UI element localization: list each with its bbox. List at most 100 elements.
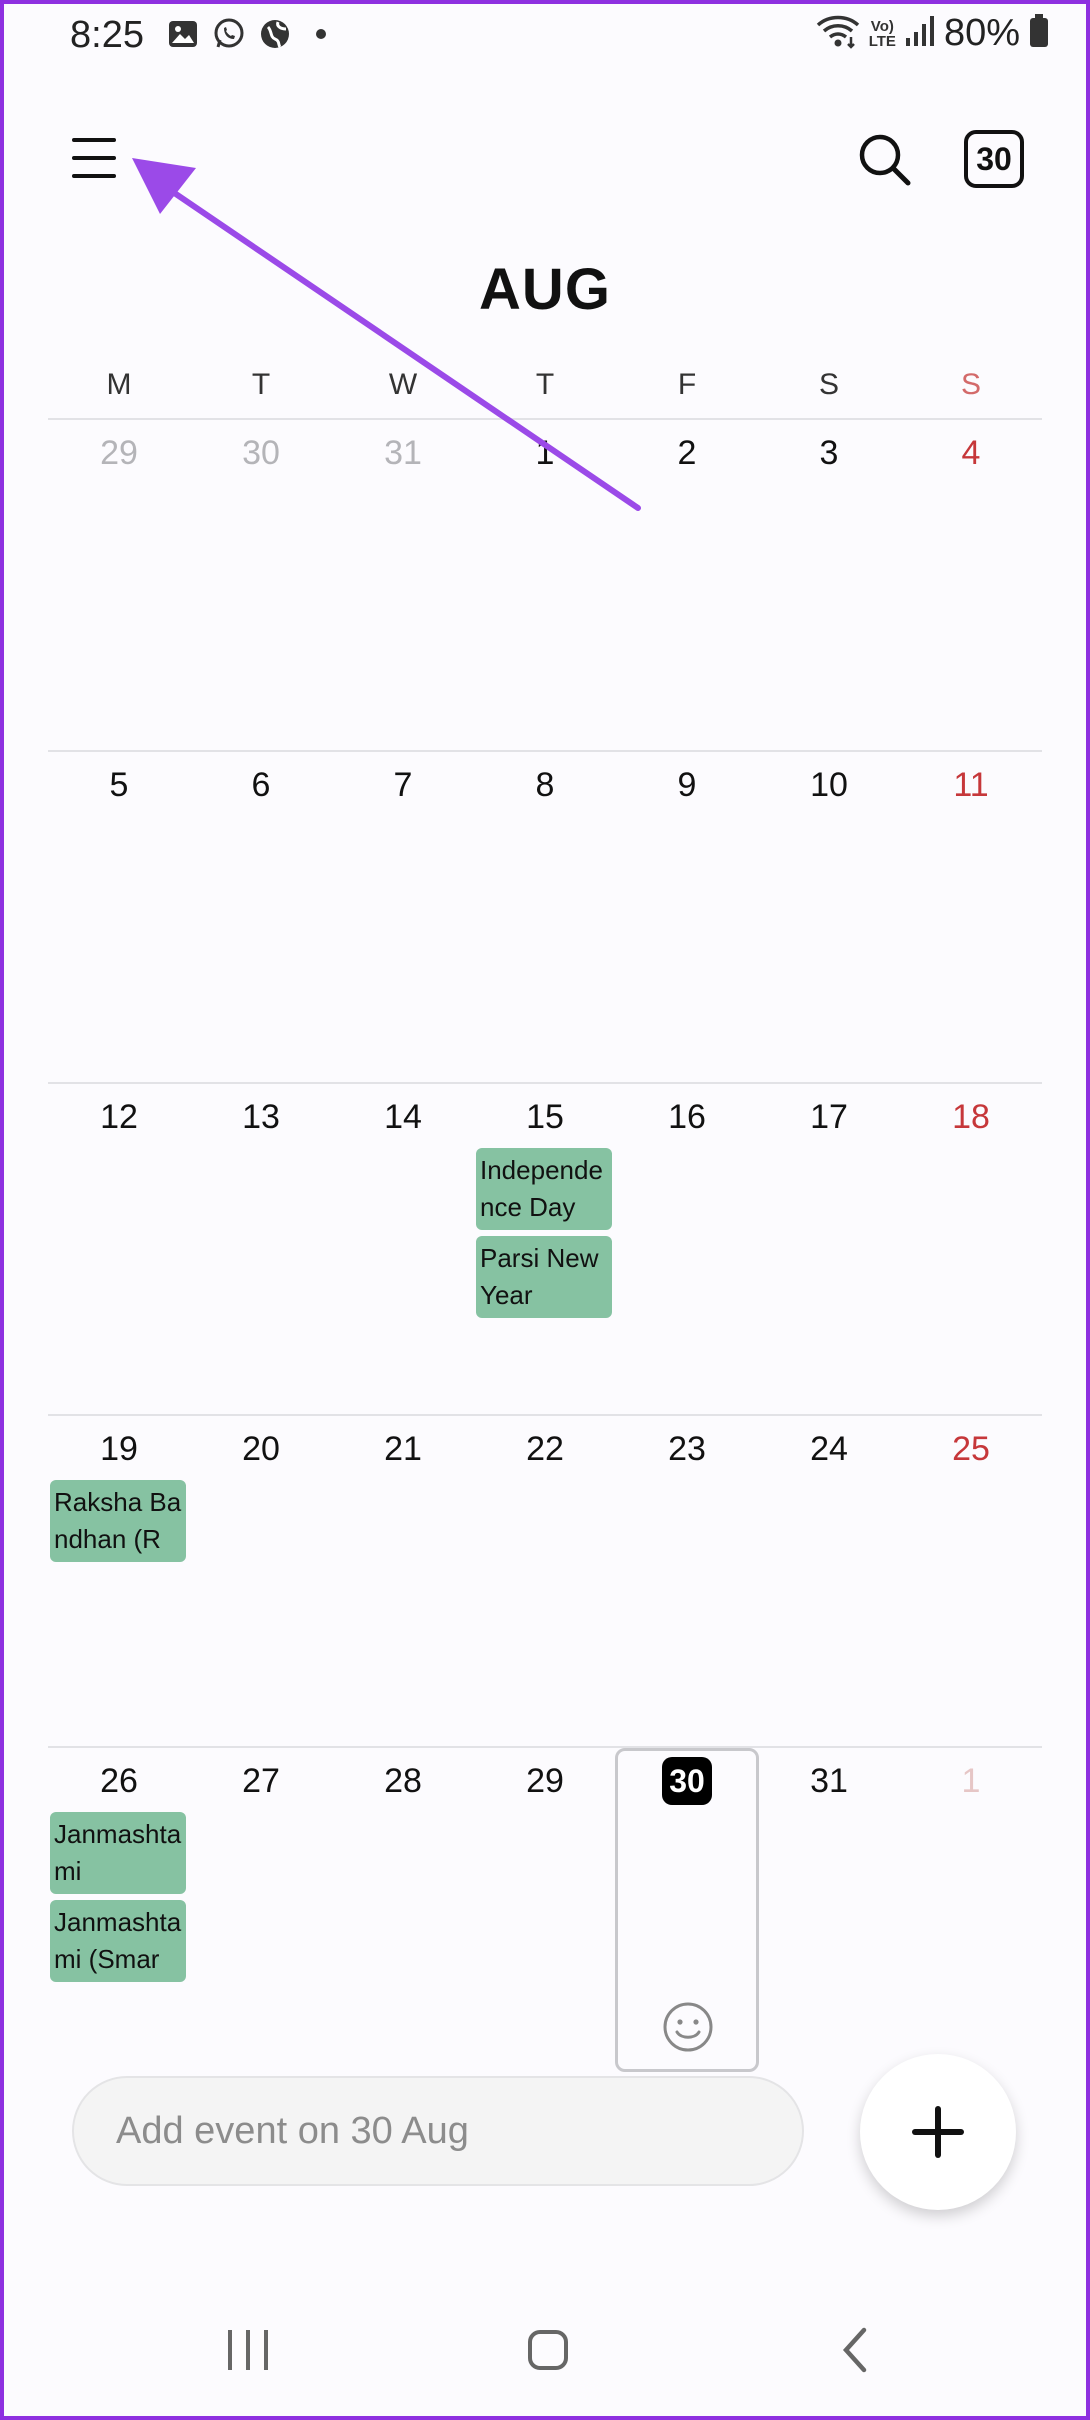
battery-percentage: 80% [943,12,1020,54]
today-button[interactable]: 30 [964,130,1024,188]
day-number: 2 [677,434,697,472]
day-cell[interactable]: 27 [190,1748,332,2078]
day-number: 12 [100,1098,138,1136]
day-number: 14 [384,1098,422,1136]
volte-indicator: Vo) LTE [869,19,896,49]
menu-button[interactable] [68,130,124,186]
month-title: AUG [479,257,611,322]
week-row: 12 13 14 15 Independence Day Parsi New Y… [48,1082,1042,1414]
day-cell[interactable]: 11 [900,752,1042,1082]
day-cell[interactable]: 26 Janmashtami Janmashtami (Smar [48,1748,190,2078]
day-cell[interactable]: 2 [616,420,758,750]
day-number: 11 [953,766,989,804]
day-cell[interactable]: 3 [758,420,900,750]
system-status-icons: Vo) LTE 80% [815,12,1050,55]
weekday-label-sunday: S [960,368,981,401]
day-cell[interactable]: 4 [900,420,1042,750]
day-cell[interactable]: 17 [758,1084,900,1414]
day-number: 5 [109,766,129,804]
weekday-label: T [251,368,271,401]
day-cell[interactable]: 31 [758,1748,900,2078]
day-number: 21 [384,1430,422,1468]
day-number: 18 [952,1098,990,1136]
day-cell[interactable]: 28 [332,1748,474,2078]
search-button[interactable] [856,130,916,190]
day-cell[interactable]: 12 [48,1084,190,1414]
search-icon [859,134,911,186]
recents-icon-line [264,2330,268,2370]
day-number: 22 [526,1430,564,1468]
day-number: 31 [810,1762,848,1800]
day-cell[interactable]: 31 [332,420,474,750]
back-button[interactable] [836,2326,876,2374]
day-cell-today-selected[interactable]: 30 [615,1748,759,2072]
gallery-icon [165,16,201,52]
day-number: 10 [810,766,848,804]
day-number: 23 [668,1430,706,1468]
navigation-bar [0,2310,1090,2390]
battery-icon [1028,13,1050,54]
wifi-icon [815,13,861,54]
weekday-label: M [106,368,132,401]
day-cell[interactable]: 5 [48,752,190,1082]
day-number: 30 [242,434,280,472]
day-cell[interactable]: 29 [48,420,190,750]
recents-button[interactable] [226,2330,270,2370]
event-raksha-bandhan[interactable]: Raksha Bandhan (R [50,1480,186,1562]
day-cell[interactable]: 30 [190,420,332,750]
day-cell[interactable]: 15 Independence Day Parsi New Year [474,1084,616,1414]
day-number: 8 [535,766,555,804]
hamburger-line [72,156,116,160]
day-number: 31 [384,434,422,472]
volte-bottom-label: LTE [868,32,896,50]
day-cell[interactable]: 29 [474,1748,616,2078]
event-parsi-new-year[interactable]: Parsi New Year [476,1236,612,1318]
day-number: 29 [526,1762,564,1800]
day-number: 28 [384,1762,422,1800]
event-independence-day[interactable]: Independence Day [476,1148,612,1230]
day-number: 13 [242,1098,280,1136]
day-cell[interactable]: 16 [616,1084,758,1414]
day-cell[interactable]: 18 [900,1084,1042,1414]
day-number: 17 [810,1098,848,1136]
recents-icon-line [228,2330,232,2370]
day-cell[interactable]: 7 [332,752,474,1082]
back-icon [842,2327,867,2373]
home-button[interactable] [528,2330,568,2370]
day-cell[interactable]: 1 [900,1748,1042,2078]
day-cell[interactable]: 13 [190,1084,332,1414]
day-number: 26 [100,1762,138,1800]
week-row: 26 Janmashtami Janmashtami (Smar 27 28 2… [48,1746,1042,2078]
hamburger-line [72,174,116,178]
add-event-button[interactable] [860,2054,1016,2210]
day-cell[interactable]: 22 [474,1416,616,1746]
day-number: 3 [819,434,839,472]
day-cell[interactable]: 6 [190,752,332,1082]
hamburger-line [72,138,116,142]
day-cell[interactable]: 19 Raksha Bandhan (R [48,1416,190,1746]
status-bar: 8:25 Vo) LTE 80% [0,0,1090,72]
day-number: 27 [242,1762,280,1800]
day-number: 1 [535,434,555,472]
day-cell[interactable]: 1 [474,420,616,750]
day-number: 20 [242,1430,280,1468]
weekday-label: T [535,368,555,401]
day-number: 19 [100,1430,138,1468]
event-janmashtami[interactable]: Janmashtami [50,1812,186,1894]
day-cell[interactable]: 9 [616,752,758,1082]
status-time: 8:25 [70,14,144,56]
day-cell[interactable]: 20 [190,1416,332,1746]
smiley-sticker-icon[interactable] [662,2001,714,2053]
day-cell[interactable]: 14 [332,1084,474,1414]
day-cell[interactable]: 10 [758,752,900,1082]
event-janmashtami-smarta[interactable]: Janmashtami (Smar [50,1900,186,1982]
add-event-input[interactable]: Add event on 30 Aug [72,2076,804,2186]
day-cell[interactable]: 21 [332,1416,474,1746]
day-cell[interactable]: 23 [616,1416,758,1746]
day-cell[interactable]: 24 [758,1416,900,1746]
day-cell[interactable]: 8 [474,752,616,1082]
day-cell[interactable]: 25 [900,1416,1042,1746]
day-number: 15 [526,1098,564,1136]
day-number: 6 [251,766,271,804]
day-number: 4 [961,434,981,472]
